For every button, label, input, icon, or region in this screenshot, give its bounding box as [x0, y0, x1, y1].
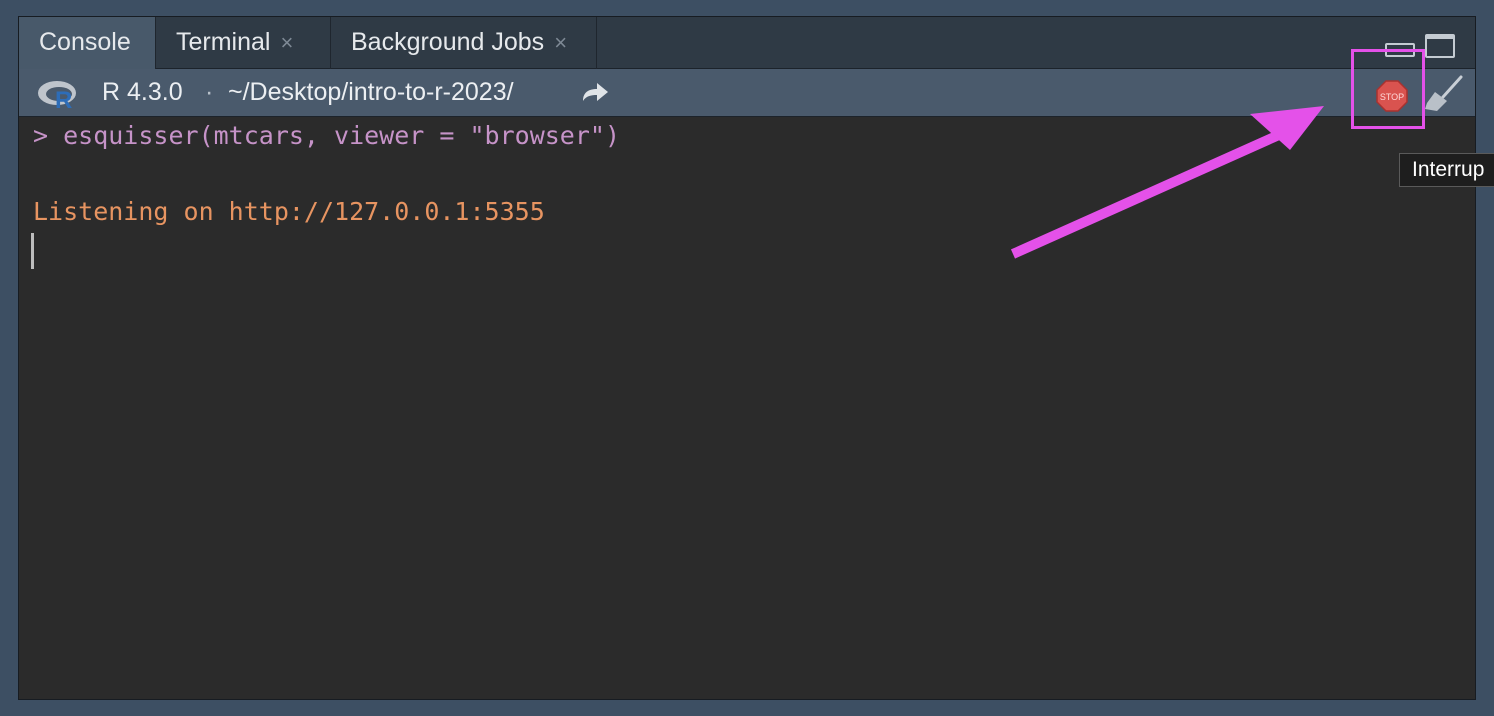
annotation-arrow-icon [1010, 106, 1324, 259]
interrupt-tooltip: Interrup [1399, 153, 1494, 187]
